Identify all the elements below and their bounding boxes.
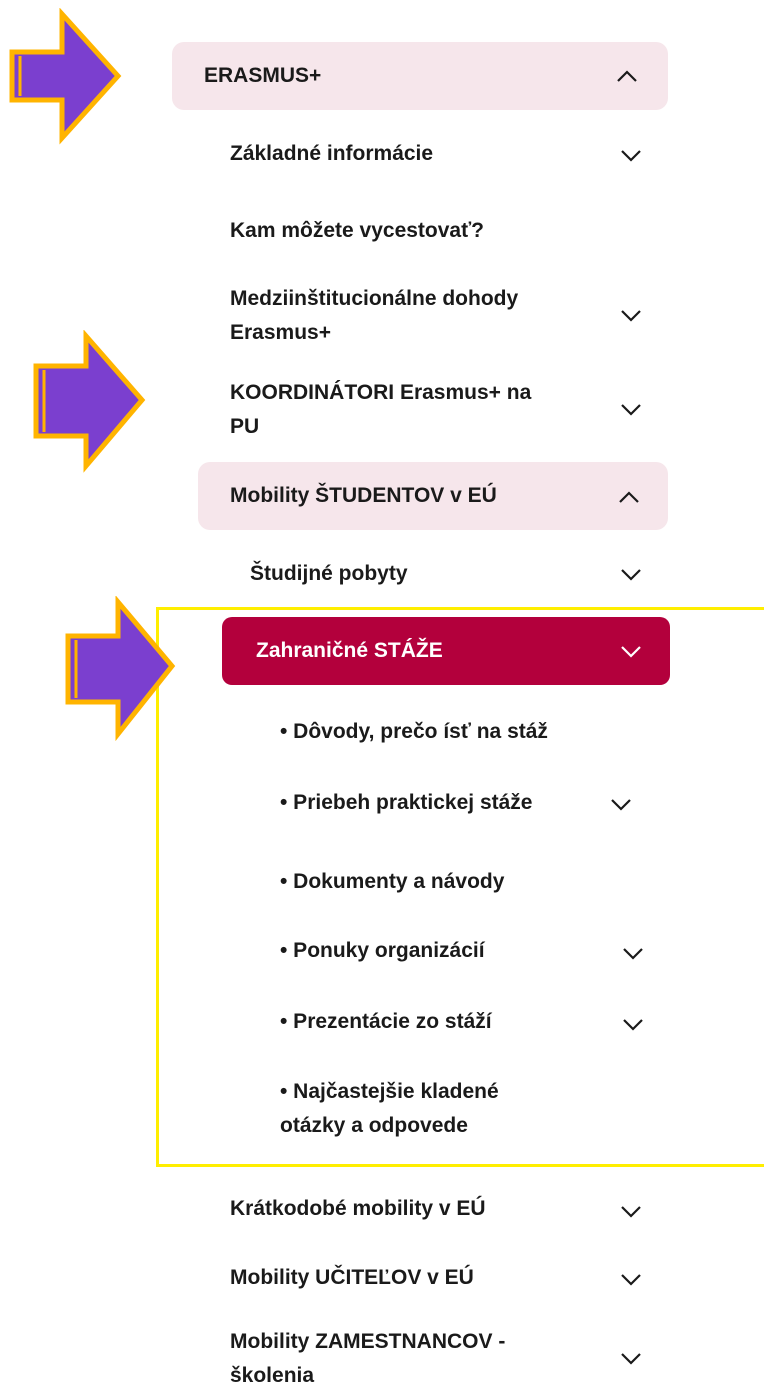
menu-item-mobility-zamestnancov[interactable]: Mobility ZAMESTNANCOV - školenia bbox=[230, 1325, 660, 1395]
menu-item-label: Medziinštitucionálne dohody Erasmus+ bbox=[230, 287, 519, 344]
menu-item-label: • Prezentácie zo stáží bbox=[280, 1010, 492, 1033]
right-arrow-icon bbox=[9, 8, 122, 145]
submenu-item-ponuky[interactable]: • Ponuky organizácií bbox=[280, 934, 660, 970]
menu-item-label: • Najčastejšie kladené otázky a odpovede bbox=[280, 1080, 499, 1137]
chevron-up-icon[interactable] bbox=[618, 490, 640, 504]
chevron-down-icon[interactable] bbox=[620, 1205, 642, 1219]
menu-item-label: • Dokumenty a návody bbox=[280, 870, 505, 893]
menu-item-studijne-pobyty[interactable]: Študijné pobyty bbox=[250, 557, 660, 593]
menu-item-medziinstitucionalne-dohody[interactable]: Medziinštitucionálne dohody Erasmus+ bbox=[230, 282, 660, 352]
menu-item-label: • Priebeh praktickej stáže bbox=[280, 791, 533, 814]
menu-item-label: Základné informácie bbox=[230, 142, 434, 165]
chevron-down-icon[interactable] bbox=[620, 309, 642, 323]
menu-item-mobility-studentov[interactable]: Mobility ŠTUDENTOV v EÚ bbox=[198, 462, 668, 530]
chevron-down-icon[interactable] bbox=[620, 645, 642, 659]
chevron-down-icon[interactable] bbox=[622, 947, 644, 961]
menu-item-koordinatori[interactable]: KOORDINÁTORI Erasmus+ na PU bbox=[230, 376, 660, 446]
menu-item-mobility-ucitelov[interactable]: Mobility UČITEĽOV v EÚ bbox=[230, 1261, 660, 1297]
menu-item-label: • Dôvody, prečo ísť na stáž bbox=[280, 720, 548, 743]
chevron-down-icon[interactable] bbox=[610, 798, 632, 812]
chevron-up-icon[interactable] bbox=[616, 69, 638, 83]
menu-item-label: Študijné pobyty bbox=[250, 562, 408, 585]
chevron-down-icon[interactable] bbox=[620, 403, 642, 417]
submenu-item-dokumenty[interactable]: • Dokumenty a návody bbox=[280, 865, 660, 901]
menu-item-zahranicne-staze[interactable]: Zahraničné STÁŽE bbox=[222, 617, 670, 685]
submenu-item-najcastejsie[interactable]: • Najčastejšie kladené otázky a odpovede bbox=[280, 1075, 660, 1145]
menu-item-label: Kam môžete vycestovať? bbox=[230, 219, 484, 242]
menu-item-label: Krátkodobé mobility v EÚ bbox=[230, 1197, 486, 1220]
menu-item-kratkodobe-mobility[interactable]: Krátkodobé mobility v EÚ bbox=[230, 1192, 660, 1228]
right-arrow-icon bbox=[65, 596, 176, 742]
chevron-down-icon[interactable] bbox=[620, 1352, 642, 1366]
menu-item-label: Mobility ŠTUDENTOV v EÚ bbox=[230, 484, 497, 507]
menu-item-zakladne-informacie[interactable]: Základné informácie bbox=[230, 137, 660, 173]
chevron-down-icon[interactable] bbox=[620, 1273, 642, 1287]
menu-item-label: Zahraničné STÁŽE bbox=[256, 639, 443, 662]
menu-item-label: KOORDINÁTORI Erasmus+ na PU bbox=[230, 381, 532, 438]
submenu-item-prezentacie[interactable]: • Prezentácie zo stáží bbox=[280, 1005, 660, 1041]
submenu-item-priebeh[interactable]: • Priebeh praktickej stáže bbox=[280, 786, 660, 822]
right-arrow-icon bbox=[33, 330, 146, 473]
chevron-down-icon[interactable] bbox=[620, 568, 642, 582]
menu-item-label: Mobility UČITEĽOV v EÚ bbox=[230, 1266, 474, 1289]
chevron-down-icon[interactable] bbox=[622, 1018, 644, 1032]
menu-item-label: ERASMUS+ bbox=[204, 64, 322, 87]
menu-item-kam-mozete-vycestovat[interactable]: Kam môžete vycestovať? bbox=[230, 214, 660, 250]
menu-item-erasmus[interactable]: ERASMUS+ bbox=[172, 42, 668, 110]
chevron-down-icon[interactable] bbox=[620, 149, 642, 163]
menu-item-label: Mobility ZAMESTNANCOV - školenia bbox=[230, 1330, 506, 1387]
submenu-item-dovody[interactable]: • Dôvody, prečo ísť na stáž bbox=[280, 715, 660, 751]
menu-item-label: • Ponuky organizácií bbox=[280, 939, 485, 962]
